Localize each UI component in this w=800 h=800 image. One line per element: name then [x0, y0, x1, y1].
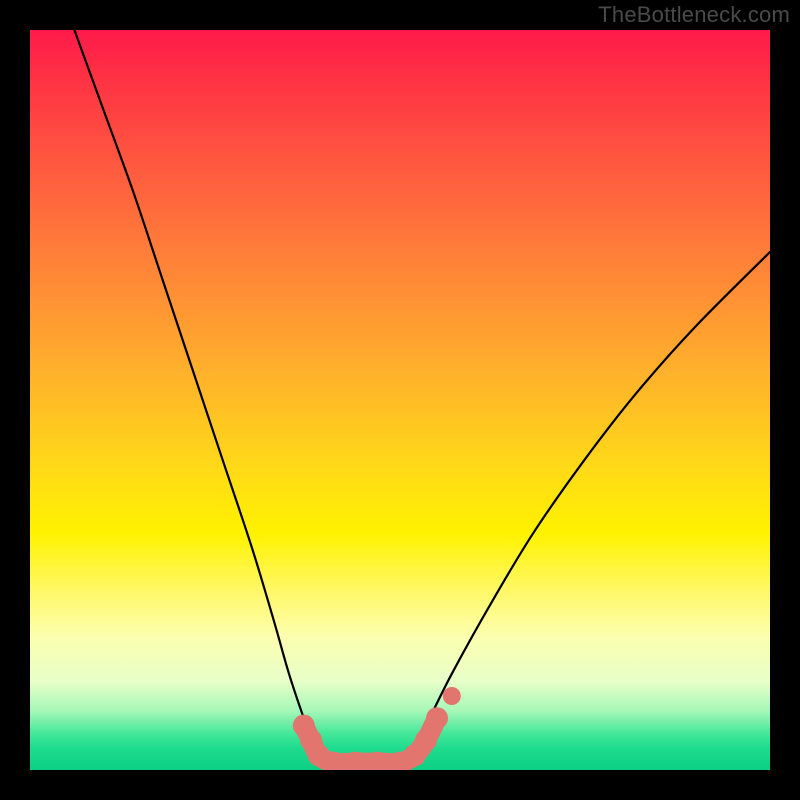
plot-area	[30, 30, 770, 770]
bottom-band-point	[415, 729, 437, 751]
chart-frame: TheBottleneck.com	[0, 0, 800, 800]
bottom-band-point	[426, 707, 448, 729]
watermark-text: TheBottleneck.com	[598, 2, 790, 28]
series-right-curve	[400, 252, 770, 763]
series-left-curve	[74, 30, 326, 763]
chart-svg	[30, 30, 770, 770]
bottom-band-detached-point	[443, 687, 461, 705]
